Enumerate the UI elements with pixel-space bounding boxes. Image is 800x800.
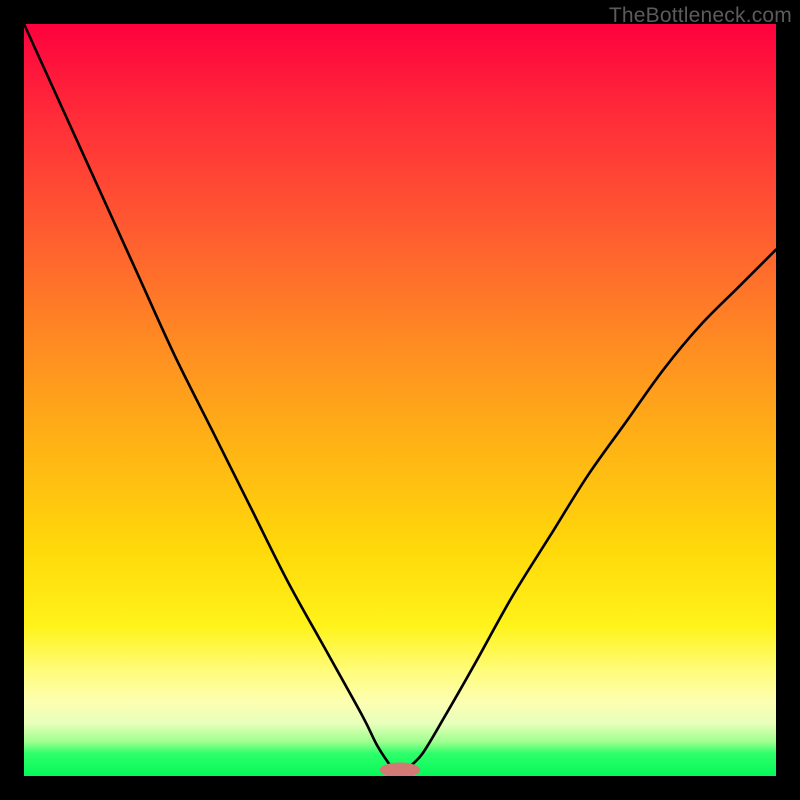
bottleneck-curve xyxy=(24,24,776,776)
optimum-marker xyxy=(380,762,421,776)
chart-container: TheBottleneck.com xyxy=(0,0,800,800)
plot-area xyxy=(24,24,776,776)
curve-layer xyxy=(24,24,776,776)
